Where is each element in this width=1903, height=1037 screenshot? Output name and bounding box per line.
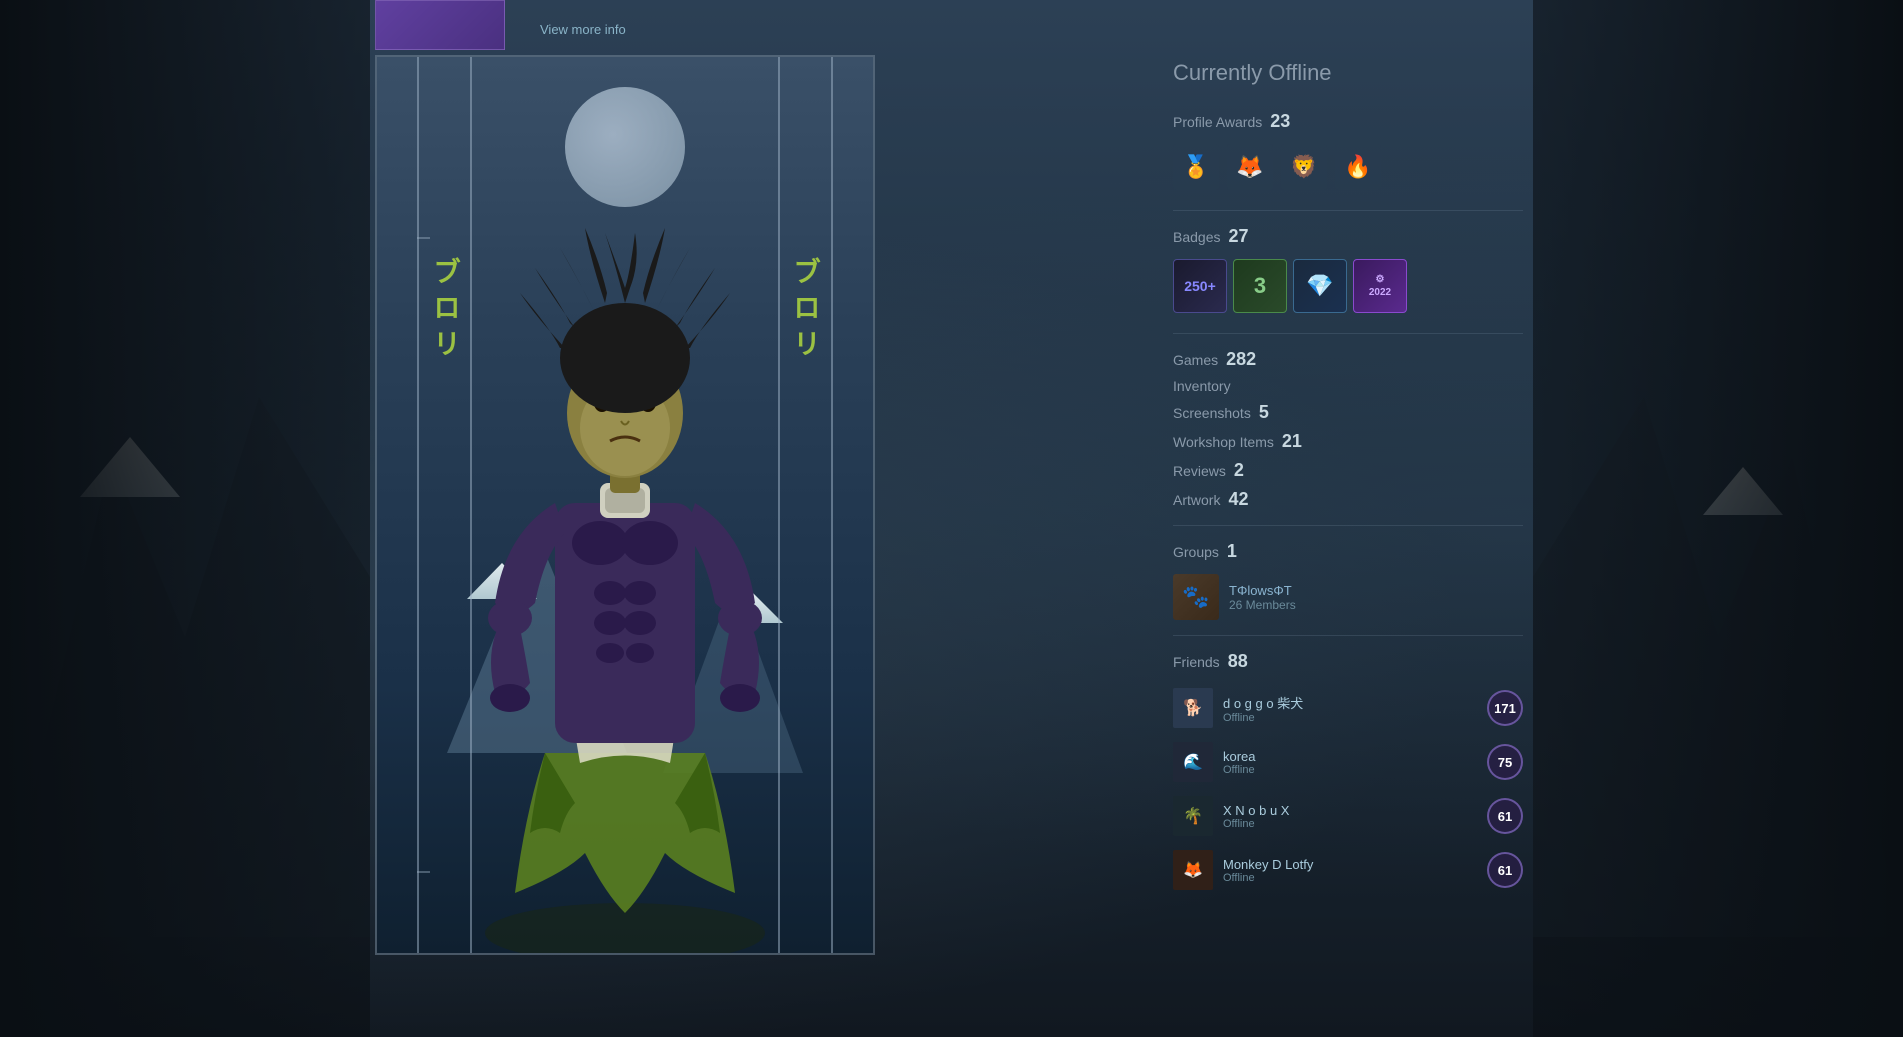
divider-2 — [1173, 333, 1523, 334]
award-item-3[interactable]: 🦁 — [1281, 144, 1327, 190]
group-item-1[interactable]: 🐾 TΦlowsΦT 26 Members — [1173, 574, 1523, 620]
awards-count: 23 — [1270, 111, 1290, 132]
groups-count: 1 — [1227, 541, 1237, 562]
screenshots-label: Screenshots — [1173, 405, 1251, 421]
awards-label: Profile Awards — [1173, 114, 1262, 130]
friend-name-4: Monkey D Lotfy — [1223, 857, 1477, 872]
stat-row-screenshots[interactable]: Screenshots 5 — [1173, 402, 1523, 423]
group-name-1: TΦlowsΦT — [1229, 583, 1296, 598]
friends-section-row[interactable]: Friends 88 — [1173, 651, 1523, 672]
stat-row-inventory[interactable]: Inventory — [1173, 378, 1523, 394]
group-info-1: TΦlowsΦT 26 Members — [1229, 583, 1296, 612]
workshop-count: 21 — [1282, 431, 1302, 452]
inventory-label: Inventory — [1173, 378, 1231, 394]
friends-label: Friends — [1173, 654, 1220, 670]
badge-steam2022[interactable]: ⚙ 2022 — [1353, 259, 1407, 313]
awards-row: 🏅 🦊 🦁 🔥 — [1173, 144, 1523, 190]
avatar-box[interactable] — [375, 0, 505, 50]
character-svg — [445, 173, 805, 953]
divider-4 — [1173, 635, 1523, 636]
friend-item-1[interactable]: 🐕 d o g g o 柴犬 Offline 171 — [1173, 684, 1523, 732]
group-avatar-1: 🐾 — [1173, 574, 1219, 620]
group-members-1: 26 Members — [1229, 598, 1296, 612]
stat-row-workshop[interactable]: Workshop Items 21 — [1173, 431, 1523, 452]
friend-item-3[interactable]: 🌴 X N o b u X Offline 61 — [1173, 792, 1523, 840]
artwork-label: Artwork — [1173, 492, 1220, 508]
reviews-label: Reviews — [1173, 463, 1226, 479]
screenshots-count: 5 — [1259, 402, 1269, 423]
friend-item-4[interactable]: 🦊 Monkey D Lotfy Offline 61 — [1173, 846, 1523, 894]
award-item-4[interactable]: 🔥 — [1335, 144, 1381, 190]
award-item-2[interactable]: 🦊 — [1227, 144, 1273, 190]
reviews-count: 2 — [1234, 460, 1244, 481]
groups-section-row[interactable]: Groups 1 — [1173, 541, 1523, 562]
friend-name-1: d o g g o 柴犬 — [1223, 693, 1477, 712]
friend-info-3: X N o b u X Offline — [1223, 803, 1477, 830]
friend-name-3: X N o b u X — [1223, 803, 1477, 818]
stat-row-artwork[interactable]: Artwork 42 — [1173, 489, 1523, 510]
games-count: 282 — [1226, 349, 1256, 370]
badge-250plus[interactable]: 250+ — [1173, 259, 1227, 313]
awards-section-row[interactable]: Profile Awards 23 — [1173, 111, 1523, 132]
friend-avatar-2: 🌊 — [1173, 742, 1213, 782]
friend-info-1: d o g g o 柴犬 Offline — [1223, 693, 1477, 724]
friend-level-1: 171 — [1487, 690, 1523, 726]
character-background: ブロリ ブロリ — [377, 57, 873, 953]
friend-status-1: Offline — [1223, 712, 1477, 724]
games-label: Games — [1173, 352, 1218, 368]
badges-row: 250+ 3 💎 ⚙ 2022 — [1173, 259, 1523, 313]
friend-status-3: Offline — [1223, 818, 1477, 830]
award-item-1[interactable]: 🏅 — [1173, 144, 1219, 190]
friend-item-2[interactable]: 🌊 korea Offline 75 — [1173, 738, 1523, 786]
friends-count: 88 — [1228, 651, 1248, 672]
friend-avatar-3: 🌴 — [1173, 796, 1213, 836]
friend-level-2: 75 — [1487, 744, 1523, 780]
friend-avatar-4: 🦊 — [1173, 850, 1213, 890]
badge-diamond[interactable]: 💎 — [1293, 259, 1347, 313]
friend-status-2: Offline — [1223, 764, 1477, 776]
status-text: Currently Offline — [1173, 60, 1523, 86]
badges-section-row[interactable]: Badges 27 — [1173, 226, 1523, 247]
info-panel: Currently Offline Profile Awards 23 🏅 🦊 … — [1173, 60, 1523, 900]
left-dark-overlay — [0, 0, 370, 1037]
hbar-top-left — [417, 237, 430, 239]
badges-count: 27 — [1228, 226, 1248, 247]
friend-info-2: korea Offline — [1223, 749, 1477, 776]
view-more-info-link[interactable]: View more info — [540, 22, 626, 37]
divider-3 — [1173, 525, 1523, 526]
artwork-count: 42 — [1228, 489, 1248, 510]
workshop-label: Workshop Items — [1173, 434, 1274, 450]
divider-1 — [1173, 210, 1523, 211]
friend-level-4: 61 — [1487, 852, 1523, 888]
right-dark-overlay — [1533, 0, 1903, 1037]
friend-name-2: korea — [1223, 749, 1477, 764]
stat-row-reviews[interactable]: Reviews 2 — [1173, 460, 1523, 481]
friend-level-3: 61 — [1487, 798, 1523, 834]
character-panel: ブロリ ブロリ — [375, 55, 875, 955]
badges-label: Badges — [1173, 229, 1220, 245]
friend-status-4: Offline — [1223, 872, 1477, 884]
hbar-bottom-left — [417, 871, 430, 873]
friend-avatar-1: 🐕 — [1173, 688, 1213, 728]
stat-row-games[interactable]: Games 282 — [1173, 349, 1523, 370]
friend-info-4: Monkey D Lotfy Offline — [1223, 857, 1477, 884]
badge-3[interactable]: 3 — [1233, 259, 1287, 313]
groups-label: Groups — [1173, 544, 1219, 560]
